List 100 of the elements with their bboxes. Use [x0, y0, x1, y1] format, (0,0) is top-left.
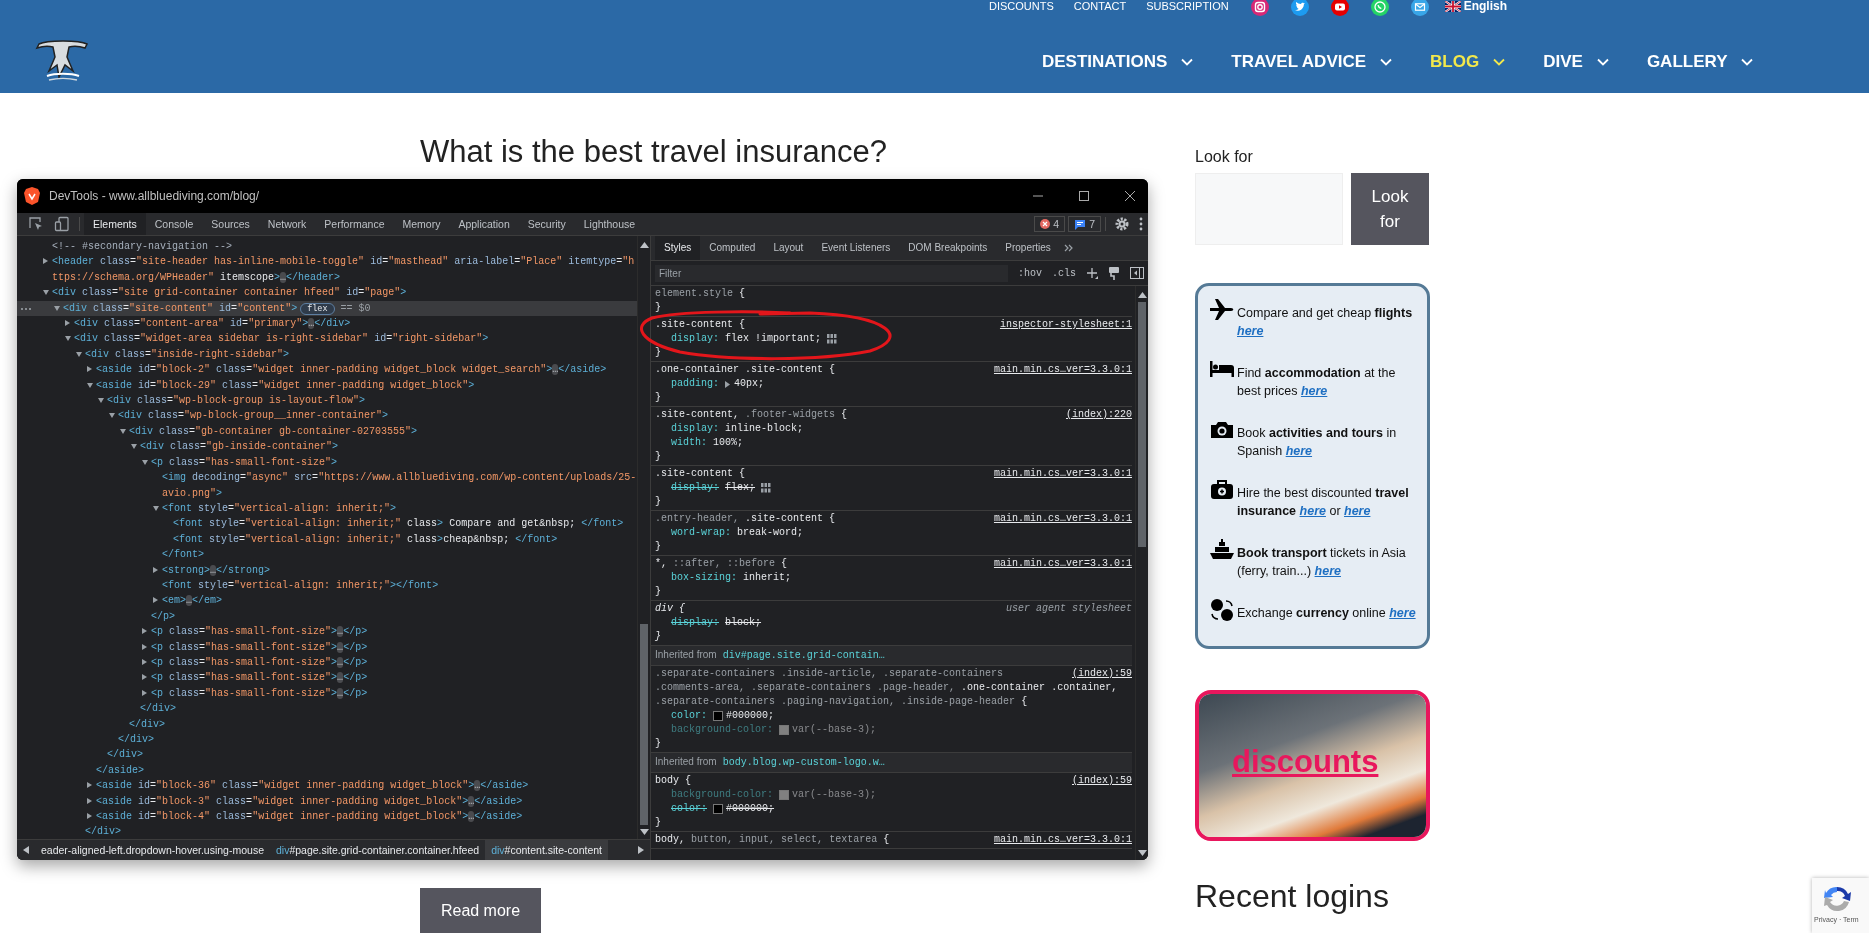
inspect-icon[interactable]	[28, 216, 44, 232]
dom-node-text[interactable]: </div>	[85, 824, 122, 839]
here-link[interactable]: here	[1285, 444, 1313, 458]
inherited-target[interactable]: body.blog.wp-custom-logo.w…	[722, 757, 885, 768]
flex-badge[interactable]: flex	[300, 302, 335, 315]
paint-roller-icon[interactable]	[1108, 266, 1120, 280]
dom-node-text[interactable]: <div class="wp-block-group is-layout-flow">	[107, 393, 366, 409]
color-swatch[interactable]	[779, 790, 790, 800]
dom-node-text[interactable]: <div class="widget-area sidebar is-right-sidebar" id="right-sidebar">	[74, 331, 489, 347]
breadcrumb-item[interactable]: div#content.site-content	[485, 840, 609, 860]
breadcrumb-item[interactable]: div#page.site.grid-container.container.hfeed	[269, 840, 486, 860]
nav-menu-item[interactable]: DIVE	[1543, 52, 1609, 72]
error-count-button[interactable]: 4	[1034, 216, 1066, 232]
dom-node-text[interactable]: <p class="has-small-font-size">…</p>	[151, 685, 368, 702]
expand-triangle-icon[interactable]	[725, 380, 730, 388]
css-property[interactable]: display:	[671, 332, 719, 346]
play-icon[interactable]	[1330, 0, 1349, 16]
css-property[interactable]: display:	[671, 616, 719, 630]
filter-field[interactable]: Filter	[655, 264, 1008, 282]
sidebar-pane-tab[interactable]: DOM Breakpoints	[899, 236, 997, 260]
dom-node-text[interactable]: </div>	[107, 747, 144, 763]
search-button[interactable]: Look for	[1351, 173, 1429, 245]
here-link[interactable]: here	[1314, 564, 1341, 578]
device-icon[interactable]	[54, 216, 70, 232]
scroll-down-icon[interactable]	[639, 829, 649, 835]
class-toggle-button[interactable]: .cls	[1052, 267, 1076, 279]
dom-node-text[interactable]: <p class="has-small-font-size">…</p>	[151, 654, 368, 671]
dom-node-text[interactable]: <div class="gb-inside-container">	[140, 439, 339, 455]
source-link[interactable]: (index):59	[1072, 667, 1132, 681]
scroll-up-icon[interactable]	[1137, 292, 1147, 298]
source-link[interactable]: main.min.cs…ver=3.3.0:1	[993, 833, 1132, 847]
scroll-up-icon[interactable]	[639, 242, 649, 248]
sidebar-pane-tab[interactable]: Styles	[655, 236, 701, 260]
dom-node-text[interactable]: <div class="wp-block-group__inner-container">	[118, 408, 389, 424]
more-dots-icon[interactable]	[20, 306, 32, 311]
language-selector[interactable]: English	[1444, 0, 1507, 13]
dom-node-text[interactable]: <font style="vertical-align: inherit;">	[162, 500, 397, 517]
panel-tab[interactable]: Sources	[202, 213, 259, 235]
source-link[interactable]: (index):220	[1066, 408, 1132, 422]
dom-node-text[interactable]: </div>	[140, 701, 177, 717]
color-swatch[interactable]	[713, 804, 723, 814]
scroll-down-icon[interactable]	[1137, 850, 1147, 856]
dom-node-text[interactable]: <font style="vertical-align: inherit;"></font>	[162, 577, 439, 594]
top-nav-link[interactable]: CONTACT	[1073, 0, 1127, 12]
dom-node-text[interactable]: <aside id="block-3" class="widget inner-padding widget_block">…</aside>	[96, 793, 523, 810]
css-property[interactable]: word-wrap:	[671, 526, 731, 540]
source-link[interactable]: inspector-stylesheet:1	[999, 318, 1132, 332]
panel-tab[interactable]: Security	[518, 213, 575, 235]
dom-node-text[interactable]: <strong>…</strong>	[162, 562, 271, 578]
source-link[interactable]: main.min.cs…ver=3.3.0:1	[993, 557, 1132, 571]
here-link[interactable]: here	[1344, 504, 1371, 518]
dom-node-text[interactable]: <div class="site grid-container container hfeed" id="page">	[52, 285, 407, 301]
dom-node-text[interactable]: <header class="site-header has-inline-mobile-toggle" id="masthead" aria-label="Place" itemtype="https://schema.org/WPHeader" itemscope>…</header>	[52, 254, 637, 286]
top-nav-link[interactable]: DISCOUNTS	[989, 0, 1054, 12]
dom-node-text[interactable]: </aside>	[96, 762, 145, 779]
dom-node-text[interactable]: <!-- #secondary-navigation -->	[52, 239, 233, 255]
dom-node-text[interactable]: <aside id="block-2" class="widget inner-padding widget_block widget_search">…</aside>	[96, 362, 607, 378]
dom-node-text[interactable]: <p class="has-small-font-size">…</p>	[151, 670, 368, 686]
css-property[interactable]: color:	[671, 802, 707, 816]
scrollbar[interactable]	[637, 236, 650, 839]
dom-node-text[interactable]: </div>	[118, 732, 155, 748]
panel-tab[interactable]: Application	[449, 213, 519, 235]
nav-menu-item[interactable]: TRAVEL ADVICE	[1231, 52, 1393, 72]
close-icon[interactable]	[1124, 190, 1136, 202]
message-count-button[interactable]: 7	[1068, 216, 1101, 232]
dom-node-text[interactable]: <font style="vertical-align: inherit;" class> Compare and get&nbsp; </font>	[173, 516, 624, 532]
more-icon[interactable]	[1139, 217, 1143, 231]
css-property[interactable]: padding:	[671, 377, 719, 391]
selected-row-highlight[interactable]: <div class="site-content" id="content"> flex == $0	[17, 300, 637, 317]
dom-node-text[interactable]: <aside id="block-36" class="widget inner-padding widget_block">…</aside>	[96, 778, 529, 794]
source-link[interactable]: (index):59	[1072, 774, 1132, 788]
here-link[interactable]: here	[1237, 324, 1264, 338]
css-property[interactable]: box-sizing:	[671, 571, 737, 585]
color-swatch[interactable]	[779, 725, 790, 735]
breadcrumb-item[interactable]: eader-aligned-left.dropdown-hover.using-mouse	[35, 840, 270, 860]
dom-node-text[interactable]: <div class="content-area" id="primary">…</div>	[74, 316, 351, 332]
sidebar-toggle-icon[interactable]	[1130, 267, 1144, 279]
maximize-icon[interactable]	[1078, 190, 1090, 202]
dom-node-text[interactable]: <div class="site-content" id="content">	[63, 300, 298, 317]
envelope-icon[interactable]	[1410, 0, 1429, 16]
css-property[interactable]: width:	[671, 436, 707, 450]
panel-tab[interactable]: Console	[145, 213, 203, 235]
dom-node-text[interactable]: <font style="vertical-align: inherit;" class>cheap&nbsp; </font>	[173, 531, 558, 548]
source-link[interactable]: main.min.cs…ver=3.3.0:1	[993, 512, 1132, 526]
panel-tab[interactable]: Lighthouse	[574, 213, 645, 235]
color-swatch[interactable]	[713, 711, 723, 721]
bird-icon[interactable]	[1290, 0, 1309, 16]
dom-node-text[interactable]: <img decoding="async" src="https://www.allbluediving.com/wp-content/uploads/25-avio.png">	[162, 470, 637, 501]
sidebar-pane-tab[interactable]: Layout	[764, 236, 813, 260]
dom-node-text[interactable]: <aside id="block-4" class="widget inner-padding widget_block">…</aside>	[96, 809, 523, 825]
dom-node-text[interactable]: <aside id="block-29" class="widget inner-padding widget_block">	[96, 377, 475, 394]
css-property[interactable]: display:	[671, 422, 719, 436]
nav-menu-item[interactable]: DESTINATIONS	[1042, 52, 1194, 72]
inherited-target[interactable]: div#page.site.grid-contain…	[722, 650, 885, 661]
here-link[interactable]: here	[1299, 504, 1326, 518]
sidebar-pane-tab[interactable]: Event Listeners	[812, 236, 900, 260]
dom-node-text[interactable]: <p class="has-small-font-size">…</p>	[151, 624, 368, 640]
nav-menu-item[interactable]: BLOG	[1430, 52, 1506, 72]
source-link[interactable]: main.min.cs…ver=3.3.0:1	[993, 467, 1132, 481]
sidebar-pane-tab[interactable]: Properties	[996, 236, 1060, 260]
